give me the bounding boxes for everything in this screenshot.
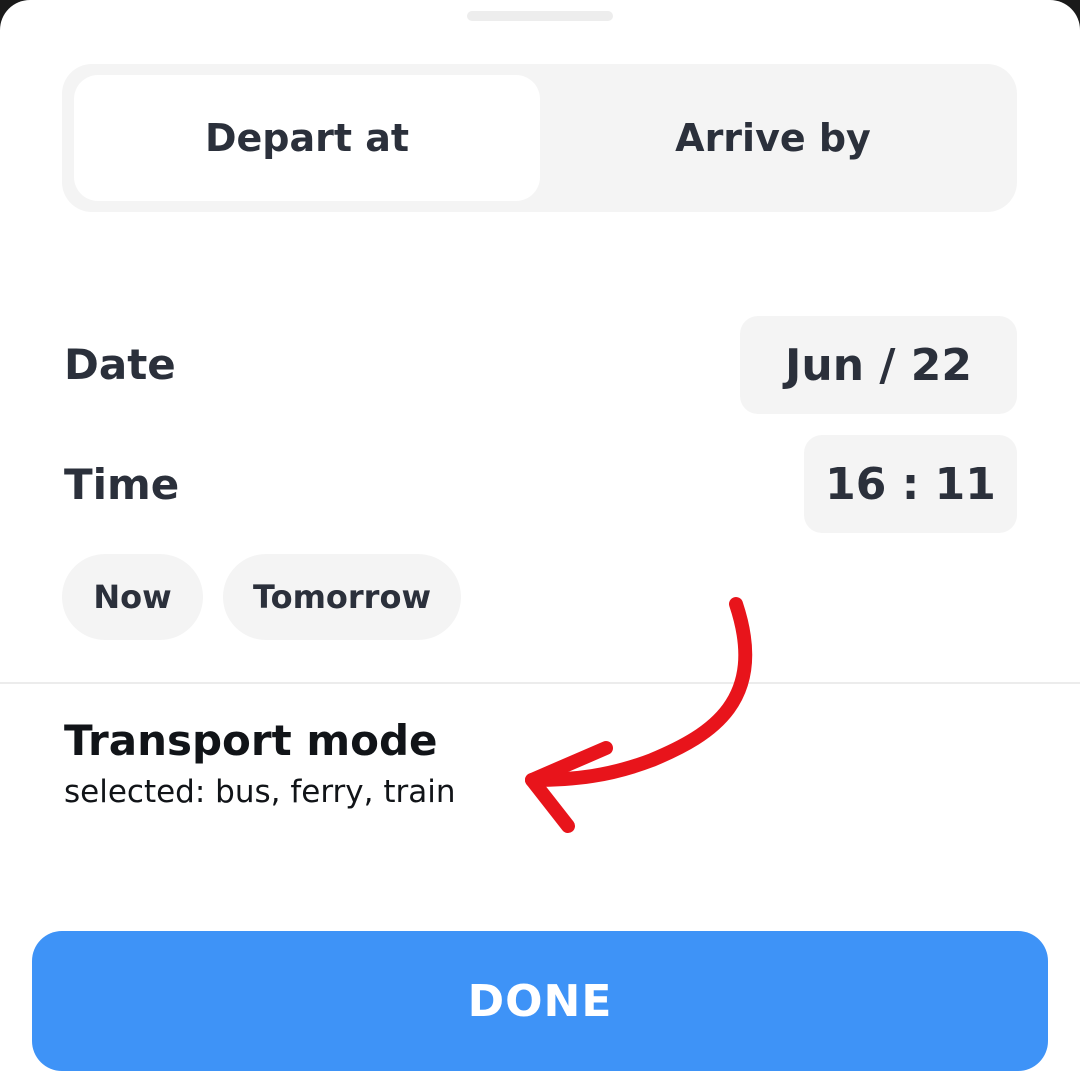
transport-mode-selected-text: selected: bus, ferry, train [64, 774, 456, 810]
transport-mode-title: Transport mode [64, 716, 438, 765]
date-picker-button[interactable]: Jun / 22 [740, 316, 1017, 414]
transport-mode-row[interactable]: Transport mode selected: bus, ferry, tra… [0, 690, 1080, 890]
tab-arrive-by[interactable]: Arrive by [540, 75, 1006, 201]
time-picker-button[interactable]: 16 : 11 [804, 435, 1017, 533]
section-divider [0, 682, 1080, 684]
depart-arrive-toggle: Depart at Arrive by [62, 64, 1017, 212]
now-chip[interactable]: Now [62, 554, 203, 640]
date-label: Date [64, 340, 176, 389]
trip-options-sheet: Depart at Arrive by Date Jun / 22 Time 1… [0, 0, 1080, 1080]
tomorrow-chip[interactable]: Tomorrow [223, 554, 461, 640]
done-button[interactable]: DONE [32, 931, 1048, 1071]
sheet-grabber-handle[interactable] [467, 11, 613, 21]
time-label: Time [64, 460, 180, 509]
tab-depart-at[interactable]: Depart at [74, 75, 540, 201]
